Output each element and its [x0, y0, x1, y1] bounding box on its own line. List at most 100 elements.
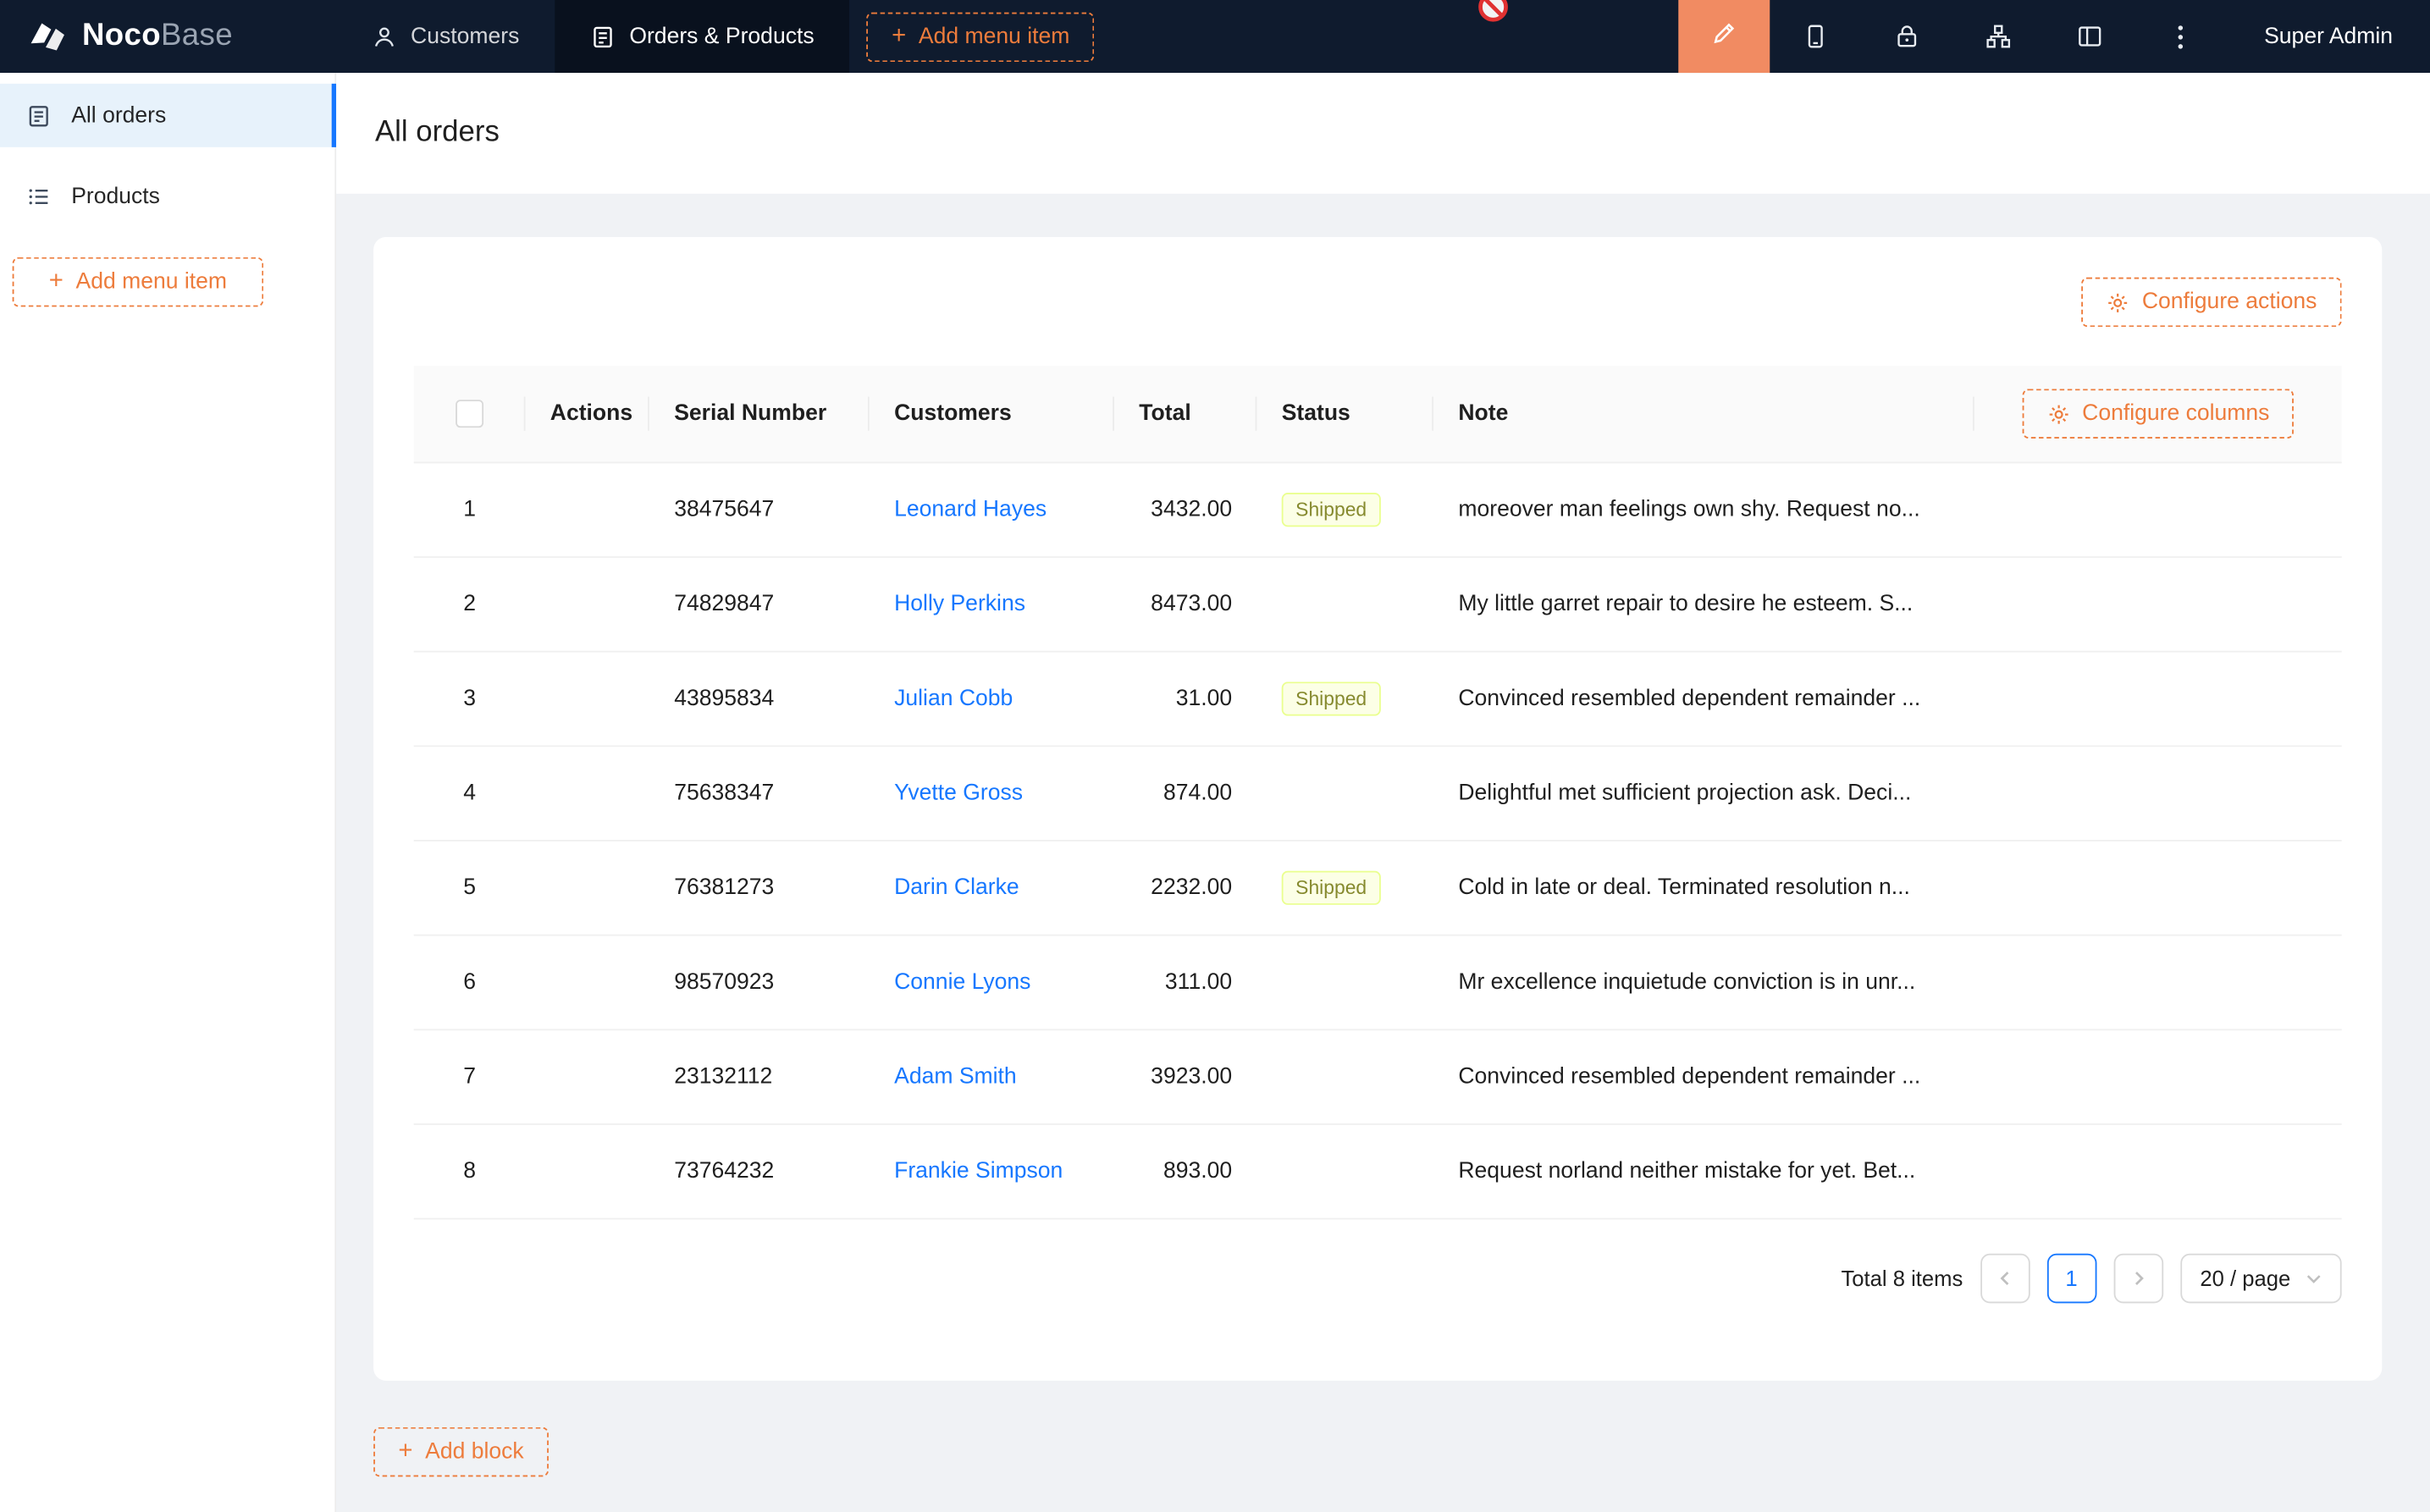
total-cell: 2232.00: [1114, 875, 1256, 900]
ui-editor-button[interactable]: [1678, 0, 1770, 73]
configure-actions-label: Configure actions: [2142, 290, 2317, 314]
total-cell: 3432.00: [1114, 498, 1256, 522]
total-cell: 31.00: [1114, 687, 1256, 711]
sidebar-item-products[interactable]: Products: [0, 164, 334, 228]
chevron-down-icon: [2306, 1273, 2322, 1284]
table-row: 475638347Yvette Gross874.00Delightful me…: [414, 747, 2342, 842]
add-block-button[interactable]: + Add block: [373, 1427, 549, 1477]
form-icon: [26, 103, 51, 128]
customer-cell: Holly Perkins: [870, 592, 1114, 616]
customer-link[interactable]: Connie Lyons: [894, 970, 1030, 995]
total-cell: 893.00: [1114, 1159, 1256, 1184]
pagination: Total 8 items 1 20 / page: [414, 1254, 2342, 1304]
nav-item-orders-products[interactable]: Orders & Products: [555, 0, 849, 73]
column-header-customers: Customers: [870, 366, 1114, 461]
table-row: 576381273Darin Clarke2232.00ShippedCold …: [414, 842, 2342, 936]
orders-table: Actions Serial Number Customers Total St…: [414, 366, 2342, 1220]
total-cell: 311.00: [1114, 970, 1256, 995]
gear-icon: [2107, 290, 2129, 313]
row-index: 1: [414, 498, 526, 522]
column-header-serial-number: Serial Number: [649, 366, 870, 461]
configure-columns-button[interactable]: Configure columns: [2022, 389, 2295, 439]
serial-number-cell: 23132112: [649, 1064, 870, 1089]
select-all-checkbox[interactable]: [456, 400, 483, 428]
serial-number-cell: 76381273: [649, 875, 870, 900]
column-header-status: Status: [1256, 366, 1433, 461]
status-badge: Shipped: [1282, 682, 1381, 715]
customer-link[interactable]: Frankie Simpson: [894, 1159, 1063, 1184]
customer-cell: Leonard Hayes: [870, 498, 1114, 522]
customer-link[interactable]: Julian Cobb: [894, 687, 1013, 711]
status-badge: Shipped: [1282, 871, 1381, 905]
page-size-value: 20 / page: [2200, 1266, 2290, 1290]
note-cell: Request norland neither mistake for yet.…: [1433, 1159, 1974, 1184]
row-index: 4: [414, 781, 526, 805]
nav-item-customers[interactable]: Customers: [336, 0, 555, 73]
user-menu[interactable]: Super Admin: [2227, 0, 2430, 73]
total-cell: 3923.00: [1114, 1064, 1256, 1089]
pen-icon: [1711, 20, 1737, 52]
orders-products-icon: [591, 24, 616, 48]
add-menu-item-button-header[interactable]: + Add menu item: [867, 12, 1095, 62]
customer-link[interactable]: Holly Perkins: [894, 592, 1025, 616]
gear-icon: [2046, 402, 2069, 425]
prev-page-button[interactable]: [1980, 1254, 2030, 1304]
serial-number-cell: 74829847: [649, 592, 870, 616]
table-actions-row: Configure actions: [414, 278, 2342, 328]
header-configure-columns-cell: Configure columns: [1974, 366, 2342, 461]
customers-icon: [372, 24, 396, 48]
more-options-button[interactable]: [2135, 0, 2227, 73]
table-row: 7 23132112 Adam Smith 3923.00 Convinced rese…: [414, 1030, 2342, 1125]
configure-actions-button[interactable]: Configure actions: [2081, 278, 2341, 328]
sidebar-item-all-orders[interactable]: All orders: [0, 84, 334, 147]
status-cell: Shipped: [1256, 493, 1433, 527]
serial-number-cell: 38475647: [649, 498, 870, 522]
row-index: 2: [414, 592, 526, 616]
column-header-note: Note: [1433, 366, 1974, 461]
add-menu-item-label: Add menu item: [76, 269, 228, 294]
customer-cell: Frankie Simpson: [870, 1159, 1114, 1184]
sidebar-item-label: Products: [71, 184, 160, 208]
nav-item-label: Customers: [411, 24, 519, 48]
api-nodes-button[interactable]: [1952, 0, 2044, 73]
customer-link[interactable]: Leonard Hayes: [894, 498, 1047, 522]
current-page-button[interactable]: 1: [2046, 1254, 2096, 1304]
prohibition-icon: [1477, 0, 1509, 23]
customer-link[interactable]: Darin Clarke: [894, 875, 1019, 900]
main-area: All orders Configure actions: [336, 73, 2430, 1512]
row-index: 5: [414, 875, 526, 900]
next-page-button[interactable]: [2113, 1254, 2163, 1304]
list-icon: [26, 184, 51, 208]
header-right: Super Admin: [1678, 0, 2430, 73]
note-cell: moreover man feelings own shy. Request n…: [1433, 498, 1974, 522]
table-row: 274829847Holly Perkins8473.00My little g…: [414, 558, 2342, 653]
customer-link[interactable]: Yvette Gross: [894, 781, 1023, 805]
add-menu-item-label: Add menu item: [919, 24, 1070, 48]
table-row: 8 73764232 Frankie Simpson 893.00 Request no…: [414, 1125, 2342, 1220]
row-index: 3: [414, 687, 526, 711]
note-cell: Delightful met sufficient projection ask…: [1433, 781, 1974, 805]
row-index: 8: [414, 1159, 526, 1184]
page-header: All orders: [336, 73, 2430, 194]
customer-cell: Connie Lyons: [870, 970, 1114, 995]
column-header-actions: Actions: [525, 366, 649, 461]
note-cell: Convinced resembled dependent remainder …: [1433, 1064, 1974, 1089]
page-size-select[interactable]: 20 / page: [2180, 1254, 2342, 1304]
row-index: 6: [414, 970, 526, 995]
lock-button[interactable]: [1861, 0, 1952, 73]
customer-link[interactable]: Adam Smith: [894, 1064, 1017, 1089]
table-header-row: Actions Serial Number Customers Total St…: [414, 366, 2342, 463]
layout-template-button[interactable]: [2044, 0, 2135, 73]
status-cell: Shipped: [1256, 682, 1433, 715]
app: NocoBase Customers Orders & Products + A…: [0, 0, 2430, 1512]
add-block-label: Add block: [425, 1439, 524, 1464]
customer-cell: Adam Smith: [870, 1064, 1114, 1089]
customer-cell: Yvette Gross: [870, 781, 1114, 805]
mobile-preview-button[interactable]: [1770, 0, 1861, 73]
add-menu-item-button-sidebar[interactable]: + Add menu item: [13, 257, 264, 307]
serial-number-cell: 98570923: [649, 970, 870, 995]
serial-number-cell: 73764232: [649, 1159, 870, 1184]
row-index: 7: [414, 1064, 526, 1089]
brand[interactable]: NocoBase: [0, 0, 336, 73]
customer-cell: Julian Cobb: [870, 687, 1114, 711]
